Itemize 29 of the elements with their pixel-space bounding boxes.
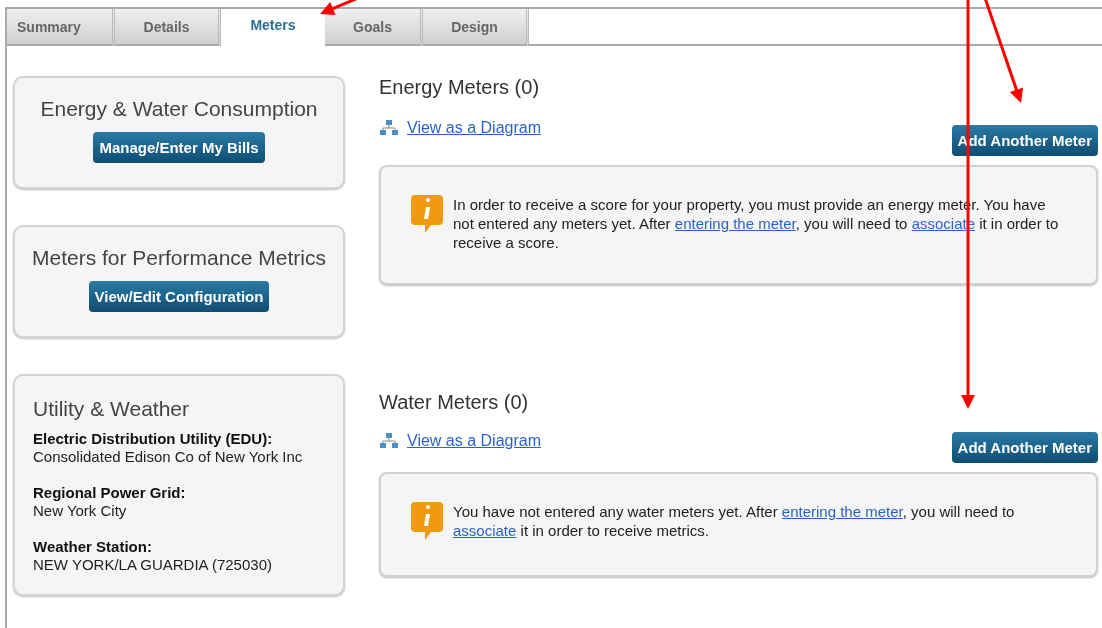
tab[interactable]: Goals [325, 9, 423, 46]
tab[interactable]: Design [423, 9, 529, 46]
field-value: Consolidated Edison Co of New York Inc [33, 447, 303, 466]
message-text: You have not entered any water meters yet. After entering the meter, you will need to associate it in order to receive metrics. [453, 502, 1016, 541]
tab[interactable]: Details [115, 9, 221, 46]
diagram-icon [379, 432, 399, 450]
card-title: Utility & Weather [33, 396, 189, 422]
card-button[interactable]: Manage/Enter My Bills [93, 132, 265, 163]
field-value: New York City [33, 501, 127, 520]
diagram-link[interactable]: View as a Diagram [407, 119, 541, 137]
field-label: Weather Station: [33, 538, 152, 555]
add-meter-button[interactable]: Add Another Meter [951, 432, 1098, 463]
message-link[interactable]: entering the meter [674, 215, 796, 232]
section-heading: Energy Meters (0) [379, 76, 541, 99]
diagram-icon [379, 119, 399, 137]
card-title: Meters for Performance Metrics [31, 245, 327, 271]
diagram-link[interactable]: View as a Diagram [407, 432, 541, 450]
info-icon [411, 195, 443, 233]
tab[interactable]: Summary [5, 9, 115, 46]
field-value: NEW YORK/LA GUARDIA (725030) [33, 555, 272, 574]
field-label: Regional Power Grid: [33, 484, 186, 501]
field-label: Electric Distribution Utility (EDU): [33, 430, 273, 447]
card-title: Energy & Water Consumption [40, 96, 318, 122]
annotation-arrow [320, 0, 359, 15]
message-link[interactable]: entering the meter [781, 503, 903, 520]
card-button[interactable]: View/Edit Configuration [88, 281, 270, 312]
info-icon [411, 502, 443, 540]
message-link[interactable]: associate [453, 522, 517, 539]
section-heading: Water Meters (0) [379, 391, 530, 414]
